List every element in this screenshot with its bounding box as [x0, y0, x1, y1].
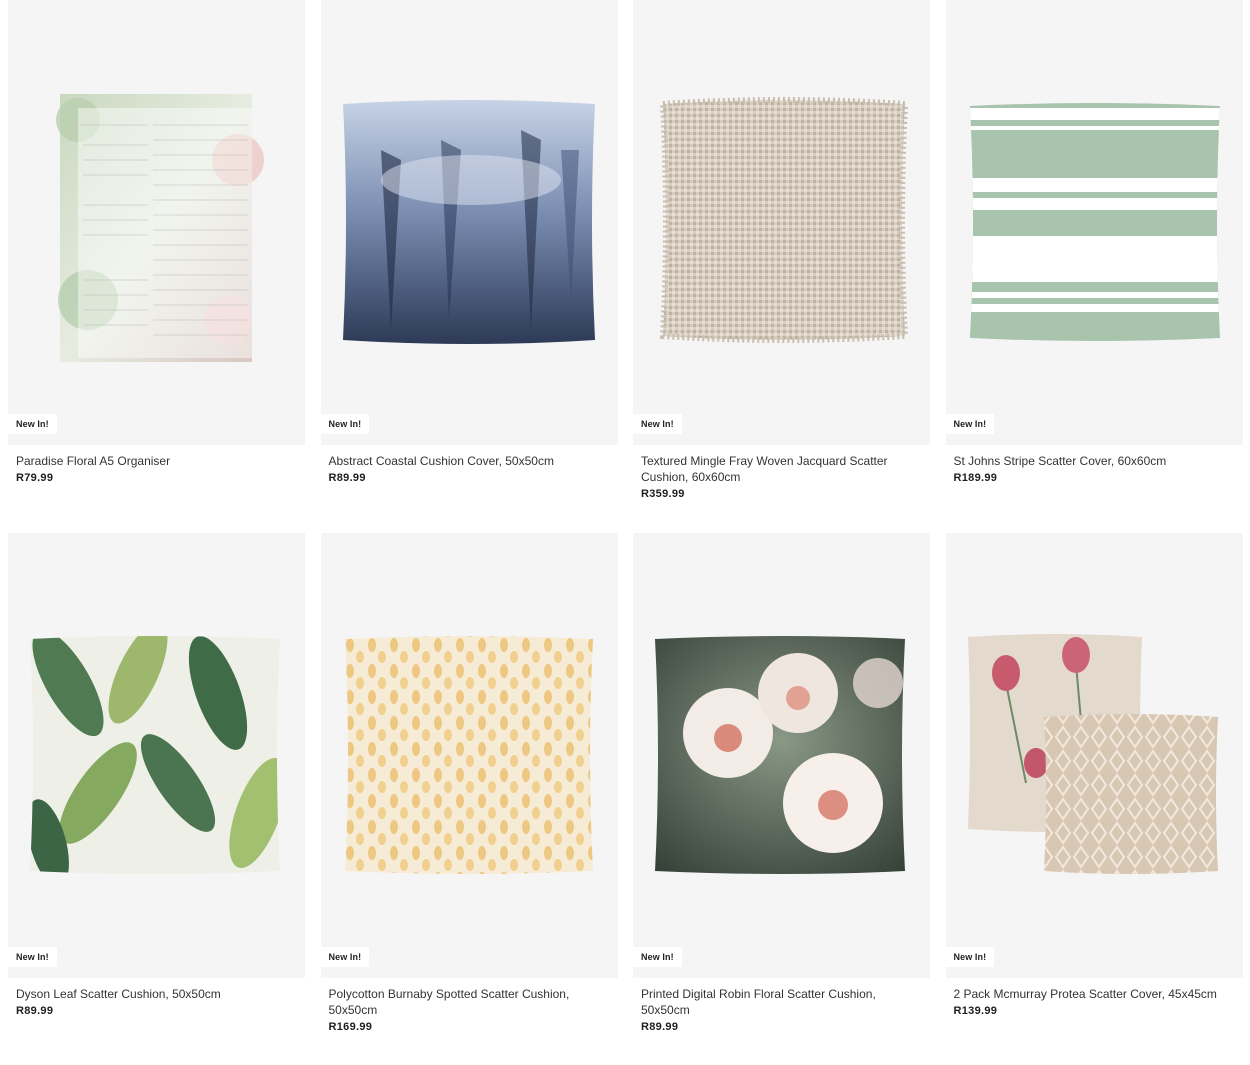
product-image[interactable]: New In! [320, 533, 618, 978]
new-in-badge: New In! [945, 947, 995, 967]
product-card[interactable]: New In! Paradise Floral A5 Organiser R79… [8, 0, 305, 484]
product-grid: New In! Paradise Floral A5 Organiser R79… [8, 0, 1243, 1033]
product-info: Abstract Coastal Cushion Cover, 50x50cm … [329, 453, 609, 484]
cushion-image [967, 634, 1218, 874]
product-info: Dyson Leaf Scatter Cushion, 50x50cm R89.… [16, 986, 296, 1017]
cushion-image [655, 636, 905, 874]
product-image[interactable]: New In! [633, 0, 930, 445]
new-in-badge: New In! [320, 414, 370, 434]
product-card[interactable]: New In! Polycotton Burnaby Spotted Scatt… [320, 533, 618, 1033]
cushion-image [659, 97, 909, 343]
new-in-badge: New In! [8, 414, 57, 434]
product-name[interactable]: Paradise Floral A5 Organiser [16, 453, 296, 469]
product-image[interactable]: New In! [945, 533, 1243, 978]
cushion-image [30, 636, 280, 874]
product-price: R79.99 [16, 472, 54, 484]
product-info: Polycotton Burnaby Spotted Scatter Cushi… [329, 986, 609, 1033]
product-name[interactable]: Polycotton Burnaby Spotted Scatter Cushi… [329, 986, 609, 1018]
product-price: R89.99 [16, 1005, 54, 1017]
product-image[interactable]: New In! [633, 533, 930, 978]
new-in-badge: New In! [633, 414, 682, 434]
product-name[interactable]: 2 Pack Mcmurray Protea Scatter Cover, 45… [954, 986, 1234, 1002]
product-name[interactable]: Textured Mingle Fray Woven Jacquard Scat… [641, 453, 921, 485]
product-info: Textured Mingle Fray Woven Jacquard Scat… [641, 453, 921, 500]
new-in-badge: New In! [8, 947, 57, 967]
product-info: Printed Digital Robin Floral Scatter Cus… [641, 986, 921, 1033]
product-card[interactable]: New In! Textured Mingle Fray Woven Jacqu… [633, 0, 930, 500]
product-name[interactable]: Dyson Leaf Scatter Cushion, 50x50cm [16, 986, 296, 1002]
new-in-badge: New In! [633, 947, 682, 967]
product-price: R89.99 [328, 472, 366, 484]
product-card[interactable]: New In! 2 Pack Mcmurray Protea Scatter C… [945, 533, 1243, 1017]
product-price: R189.99 [953, 472, 998, 484]
product-name[interactable]: St Johns Stripe Scatter Cover, 60x60cm [954, 453, 1234, 469]
product-image[interactable]: New In! [8, 0, 305, 445]
product-card[interactable]: New In! Abstract Coastal Cushion Cover, … [320, 0, 618, 484]
product-card[interactable]: New In! St Johns Stripe Scatter Cover, 6… [945, 0, 1243, 484]
organiser-image [56, 94, 264, 362]
product-info: St Johns Stripe Scatter Cover, 60x60cm R… [954, 453, 1234, 484]
product-card[interactable]: New In! Printed Digital Robin Floral Sca… [633, 533, 930, 1033]
product-name[interactable]: Abstract Coastal Cushion Cover, 50x50cm [329, 453, 609, 469]
product-card[interactable]: New In! Dyson Leaf Scatter Cushion, 50x5… [8, 533, 305, 1017]
new-in-badge: New In! [320, 947, 370, 967]
product-price: R139.99 [953, 1005, 998, 1017]
product-name[interactable]: Printed Digital Robin Floral Scatter Cus… [641, 986, 921, 1018]
cushion-image [969, 103, 1220, 341]
product-info: 2 Pack Mcmurray Protea Scatter Cover, 45… [954, 986, 1234, 1017]
product-info: Paradise Floral A5 Organiser R79.99 [16, 453, 296, 484]
product-price: R359.99 [641, 488, 685, 500]
new-in-badge: New In! [945, 414, 995, 434]
cushion-image [344, 636, 593, 874]
product-image[interactable]: New In! [8, 533, 305, 978]
product-price: R169.99 [328, 1021, 373, 1033]
product-image[interactable]: New In! [320, 0, 618, 445]
product-price: R89.99 [641, 1021, 679, 1033]
cushion-image [342, 100, 595, 344]
product-image[interactable]: New In! [945, 0, 1243, 445]
